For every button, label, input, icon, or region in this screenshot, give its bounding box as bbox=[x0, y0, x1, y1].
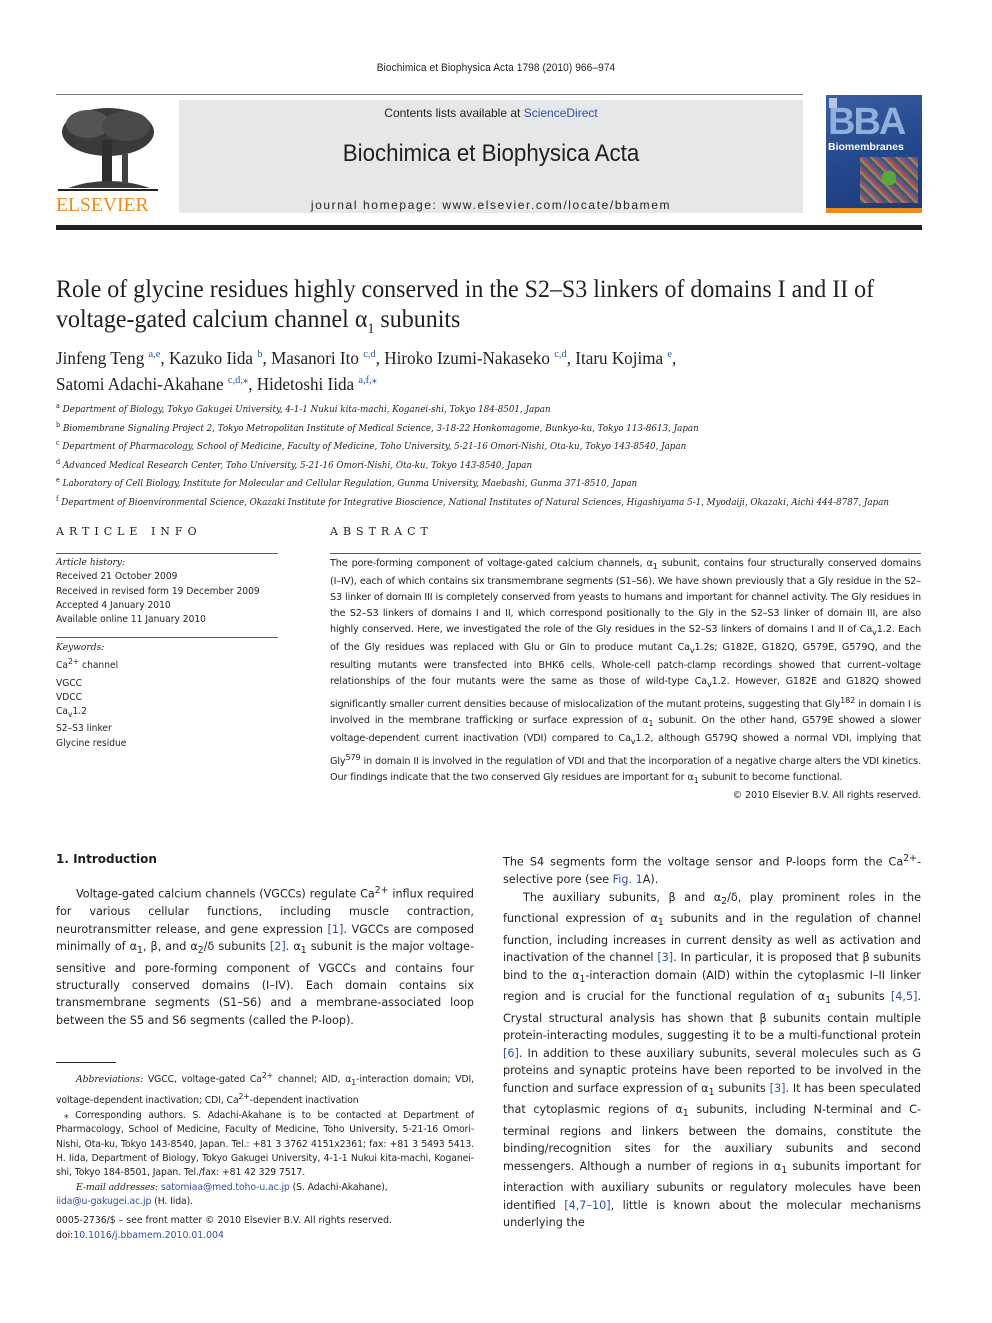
author[interactable]: Satomi Adachi-Akahane c,d,⁎, bbox=[56, 374, 257, 394]
abbreviations-footnote: Abbreviations: VGCC, voltage-gated Ca2+ … bbox=[56, 1071, 475, 1107]
footnotes: Abbreviations: VGCC, voltage-gated Ca2+ … bbox=[56, 1069, 474, 1210]
email-footnote: E-mail addresses: satomiaa@med.toho-u.ac… bbox=[56, 1181, 388, 1208]
affiliation-link[interactable]: c,d bbox=[363, 348, 375, 360]
corresponding-footnote: ⁎ Corresponding authors. S. Adachi-Akaha… bbox=[56, 1109, 474, 1179]
article-info-heading: ARTICLE INFO bbox=[56, 525, 202, 538]
keyword: VGCC bbox=[56, 677, 83, 689]
keyword: S2–S3 linker bbox=[56, 723, 112, 735]
history-label: Article history: bbox=[56, 557, 126, 568]
cover-subtitle: Biomembranes bbox=[828, 141, 904, 153]
journal-cover[interactable]: BBA Biomembranes bbox=[826, 95, 922, 213]
keyword: VDCC bbox=[56, 691, 82, 703]
header-rule bbox=[56, 94, 803, 95]
body-paragraph: Voltage-gated calcium channels (VGCCs) r… bbox=[56, 885, 474, 1027]
title-line-2: voltage-gated calcium channel α bbox=[56, 304, 368, 333]
article-history: Article history: Received 21 October 200… bbox=[56, 556, 269, 627]
contents-line: Contents lists available at ScienceDirec… bbox=[179, 106, 803, 120]
front-matter: 0005-2736/$ – see front matter © 2010 El… bbox=[56, 1213, 474, 1243]
affiliation-link[interactable]: a,f,⁎ bbox=[358, 374, 377, 386]
intro-left-column: Voltage-gated calcium channels (VGCCs) r… bbox=[56, 882, 474, 1029]
history-item: Accepted 4 January 2010 bbox=[56, 599, 171, 611]
doi-line: doi:10.1016/j.bbamem.2010.01.004 bbox=[56, 1230, 224, 1241]
abstract-body: The pore-forming component of voltage-ga… bbox=[330, 556, 921, 804]
intro-right-column: The S4 segments form the voltage sensor … bbox=[503, 850, 921, 1232]
author[interactable]: Hidetoshi Iida a,f,⁎ bbox=[257, 374, 377, 394]
cover-stripe bbox=[826, 208, 922, 213]
elsevier-logo[interactable]: ELSEVIER bbox=[56, 100, 172, 216]
article-title: Role of glycine residues highly conserve… bbox=[56, 274, 883, 344]
body-paragraph: The auxiliary subunits, β and α2/δ, play… bbox=[503, 890, 922, 1230]
title-line-2-end: subunits bbox=[374, 304, 461, 333]
affiliation-link[interactable]: c,d bbox=[554, 348, 566, 360]
affiliation: e Laboratory of Cell Biology, Institute f… bbox=[56, 476, 638, 490]
copyright: © 2010 Elsevier B.V. All rights reserved… bbox=[732, 790, 922, 802]
affiliations: a Department of Biology, Tokyo Gakugei Un… bbox=[56, 399, 889, 510]
divider bbox=[56, 553, 278, 554]
footnote-rule bbox=[56, 1062, 116, 1063]
keywords-label: Keywords: bbox=[56, 642, 105, 653]
affiliation: f Department of Bioenvironmental Science,… bbox=[56, 494, 889, 508]
author-list: Jinfeng Teng a,e, Kazuko Iida b, Masanor… bbox=[56, 343, 911, 395]
keyword: Glycine residue bbox=[56, 737, 127, 749]
author[interactable]: Masanori Ito c,d, bbox=[271, 348, 384, 368]
elsevier-wordmark: ELSEVIER bbox=[56, 194, 149, 216]
affiliation: d Advanced Medical Research Center, Toho … bbox=[56, 457, 533, 471]
history-item: Available online 11 January 2010 bbox=[56, 614, 206, 626]
author[interactable]: Itaru Kojima e, bbox=[575, 348, 676, 368]
affiliation: a Department of Biology, Tokyo Gakugei Un… bbox=[56, 402, 551, 416]
keyword: Ca2+ channel bbox=[56, 657, 119, 672]
email-link[interactable]: satomiaa@med.toho-u.ac.jp bbox=[161, 1182, 290, 1193]
author[interactable]: Hiroko Izumi-Nakaseko c,d, bbox=[384, 348, 575, 368]
body-paragraph: The S4 segments form the voltage sensor … bbox=[503, 853, 921, 887]
issn-line: 0005-2736/$ – see front matter © 2010 El… bbox=[56, 1215, 392, 1226]
doi-link[interactable]: 10.1016/j.bbamem.2010.01.004 bbox=[73, 1230, 224, 1241]
title-line-1: Role of glycine residues highly conserve… bbox=[56, 274, 875, 303]
section-heading-introduction: 1. Introduction bbox=[56, 852, 157, 866]
contents-prefix: Contents lists available at bbox=[384, 106, 524, 120]
sciencedirect-link[interactable]: ScienceDirect bbox=[524, 106, 598, 120]
history-item: Received in revised form 19 December 200… bbox=[56, 585, 260, 597]
running-head: Biochimica et Biophysica Acta 1798 (2010… bbox=[376, 62, 616, 74]
cover-bba: BBA bbox=[828, 101, 906, 143]
affiliation-link[interactable]: c,d,⁎ bbox=[228, 374, 248, 386]
journal-title: Biochimica et Biophysica Acta bbox=[342, 140, 640, 167]
affiliation: c Department of Pharmacology, School of M… bbox=[56, 439, 687, 453]
divider bbox=[330, 553, 921, 554]
header-thick-rule bbox=[56, 225, 922, 230]
cover-artwork bbox=[860, 157, 918, 203]
title-subscript: 1 bbox=[367, 321, 375, 338]
keyword: Cav1.2 bbox=[56, 706, 87, 720]
elsevier-tree-icon bbox=[58, 108, 158, 191]
email-link[interactable]: iida@u-gakugei.ac.jp bbox=[56, 1196, 151, 1207]
author[interactable]: Jinfeng Teng a,e, bbox=[56, 348, 169, 368]
affiliation: b Biomembrane Signaling Project 2, Tokyo … bbox=[56, 420, 699, 434]
abstract-paragraph: The pore-forming component of voltage-ga… bbox=[330, 558, 921, 786]
divider bbox=[56, 637, 278, 638]
cover-protein-icon bbox=[882, 171, 896, 185]
keywords: Keywords: Ca2+ channel VGCC VDCC Cav1.2 … bbox=[56, 641, 269, 751]
author[interactable]: Kazuko Iida b, bbox=[169, 348, 271, 368]
journal-homepage[interactable]: journal homepage: www.elsevier.com/locat… bbox=[179, 198, 803, 212]
history-item: Received 21 October 2009 bbox=[56, 571, 178, 583]
affiliation-link[interactable]: a,e bbox=[149, 348, 161, 360]
abstract-heading: ABSTRACT bbox=[330, 525, 433, 538]
